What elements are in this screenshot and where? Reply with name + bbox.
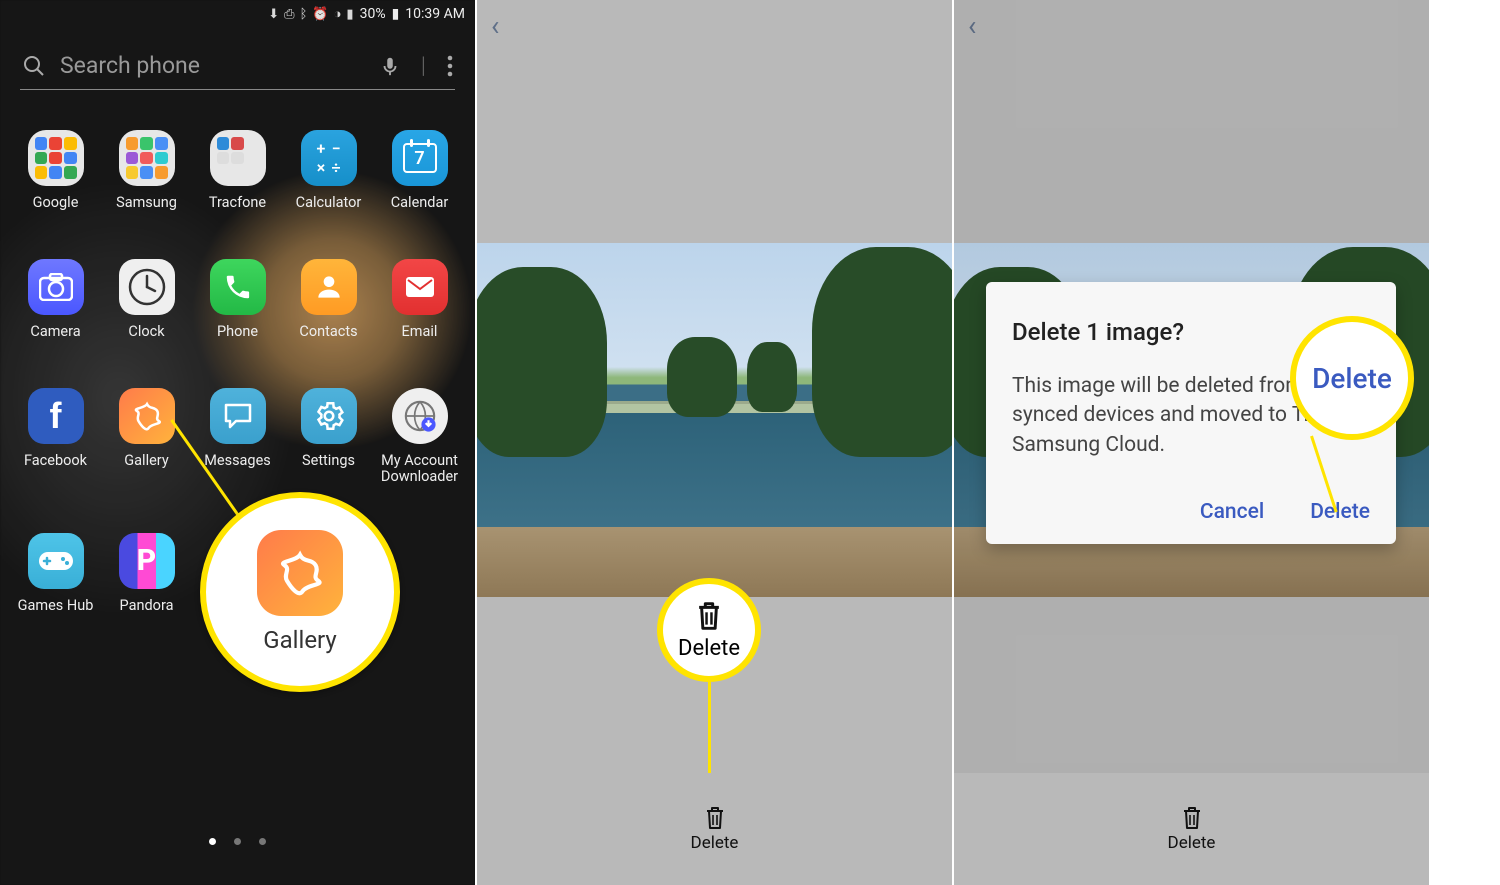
download-icon: ⬇ bbox=[268, 7, 279, 22]
callout-dialog-delete: Delete bbox=[1290, 316, 1414, 440]
confirm-delete-button[interactable]: Delete bbox=[1310, 500, 1370, 524]
app-games-hub[interactable]: Games Hub bbox=[10, 533, 101, 614]
callout-gallery: Gallery bbox=[200, 492, 400, 692]
photo-viewer[interactable] bbox=[477, 243, 952, 597]
calendar-icon: 7 bbox=[392, 130, 448, 186]
cast-icon: ⎙ bbox=[284, 7, 294, 22]
app-google[interactable]: Google bbox=[10, 130, 101, 211]
status-bar: ⬇ ⎙ ᛒ ⏰ ◑ ▮ 30% ▮ 10:39 AM bbox=[0, 0, 475, 28]
app-clock[interactable]: Clock bbox=[101, 259, 192, 340]
status-icons: ⬇ ⎙ ᛒ ⏰ ◑ ▮ bbox=[268, 6, 353, 22]
callout-connector bbox=[708, 680, 711, 775]
battery-icon: ▮ bbox=[392, 6, 400, 22]
app-calendar[interactable]: 7 Calendar bbox=[374, 130, 465, 211]
search-bar[interactable]: Search phone │ bbox=[20, 46, 455, 90]
mic-icon[interactable] bbox=[379, 55, 401, 77]
app-tracfone[interactable]: Tracfone bbox=[192, 130, 283, 211]
app-gallery[interactable]: Gallery bbox=[101, 388, 192, 485]
folder-icon bbox=[119, 130, 175, 186]
bluetooth-icon: ᛒ bbox=[300, 7, 308, 22]
camera-icon bbox=[28, 259, 84, 315]
search-icon bbox=[22, 54, 46, 78]
divider: │ bbox=[419, 56, 429, 76]
panel-app-drawer: ⬇ ⎙ ᛒ ⏰ ◑ ▮ 30% ▮ 10:39 AM Search phone … bbox=[0, 0, 475, 885]
wifi-icon: ◑ bbox=[334, 6, 342, 22]
panel-delete-dialog: ‹ Delete 1 image? This image will be del… bbox=[954, 0, 1429, 885]
clock-icon bbox=[119, 259, 175, 315]
page-indicator bbox=[0, 838, 475, 845]
callout-delete: Delete bbox=[657, 578, 761, 682]
app-contacts[interactable]: Contacts bbox=[283, 259, 374, 340]
app-phone[interactable]: Phone bbox=[192, 259, 283, 340]
messages-icon bbox=[210, 388, 266, 444]
facebook-icon: f bbox=[28, 388, 84, 444]
callout-label: Gallery bbox=[263, 626, 337, 654]
app-calculator[interactable]: +−×÷ Calculator bbox=[283, 130, 374, 211]
settings-icon bbox=[301, 388, 357, 444]
app-pandora[interactable]: P Pandora bbox=[101, 533, 192, 614]
folder-icon bbox=[210, 130, 266, 186]
callout-label: Delete bbox=[678, 636, 740, 661]
calculator-icon: +−×÷ bbox=[301, 130, 357, 186]
app-samsung[interactable]: Samsung bbox=[101, 130, 192, 211]
app-settings[interactable]: Settings bbox=[283, 388, 374, 485]
gallery-icon bbox=[257, 530, 343, 616]
games-hub-icon bbox=[28, 533, 84, 589]
app-my-account-downloader[interactable]: My Account Downloader bbox=[374, 388, 465, 485]
gallery-icon bbox=[119, 388, 175, 444]
app-facebook[interactable]: f Facebook bbox=[10, 388, 101, 485]
email-icon bbox=[392, 259, 448, 315]
callout-label: Delete bbox=[1312, 362, 1392, 395]
account-downloader-icon bbox=[392, 388, 448, 444]
delete-button[interactable]: Delete bbox=[691, 805, 739, 853]
top-bar: ‹ bbox=[477, 0, 952, 50]
clock-time: 10:39 AM bbox=[405, 6, 465, 22]
bottom-toolbar: Delete bbox=[954, 773, 1429, 885]
delete-label: Delete bbox=[1168, 833, 1216, 853]
trash-icon bbox=[694, 600, 724, 632]
more-icon[interactable] bbox=[447, 55, 453, 77]
signal-icon: ▮ bbox=[346, 7, 353, 22]
trash-icon bbox=[703, 805, 727, 831]
folder-icon bbox=[28, 130, 84, 186]
search-placeholder: Search phone bbox=[60, 52, 365, 79]
app-email[interactable]: Email bbox=[374, 259, 465, 340]
app-camera[interactable]: Camera bbox=[10, 259, 101, 340]
back-icon[interactable]: ‹ bbox=[491, 9, 499, 42]
delete-label: Delete bbox=[691, 833, 739, 853]
panel-gallery-photo: ‹ Delete Delete bbox=[477, 0, 952, 885]
delete-button[interactable]: Delete bbox=[1168, 805, 1216, 853]
contacts-icon bbox=[301, 259, 357, 315]
pandora-icon: P bbox=[119, 533, 175, 589]
phone-icon bbox=[210, 259, 266, 315]
battery-percent: 30% bbox=[360, 6, 386, 22]
trash-icon bbox=[1180, 805, 1204, 831]
cancel-button[interactable]: Cancel bbox=[1200, 500, 1264, 524]
bottom-toolbar: Delete bbox=[477, 773, 952, 885]
alarm-icon: ⏰ bbox=[312, 7, 328, 22]
